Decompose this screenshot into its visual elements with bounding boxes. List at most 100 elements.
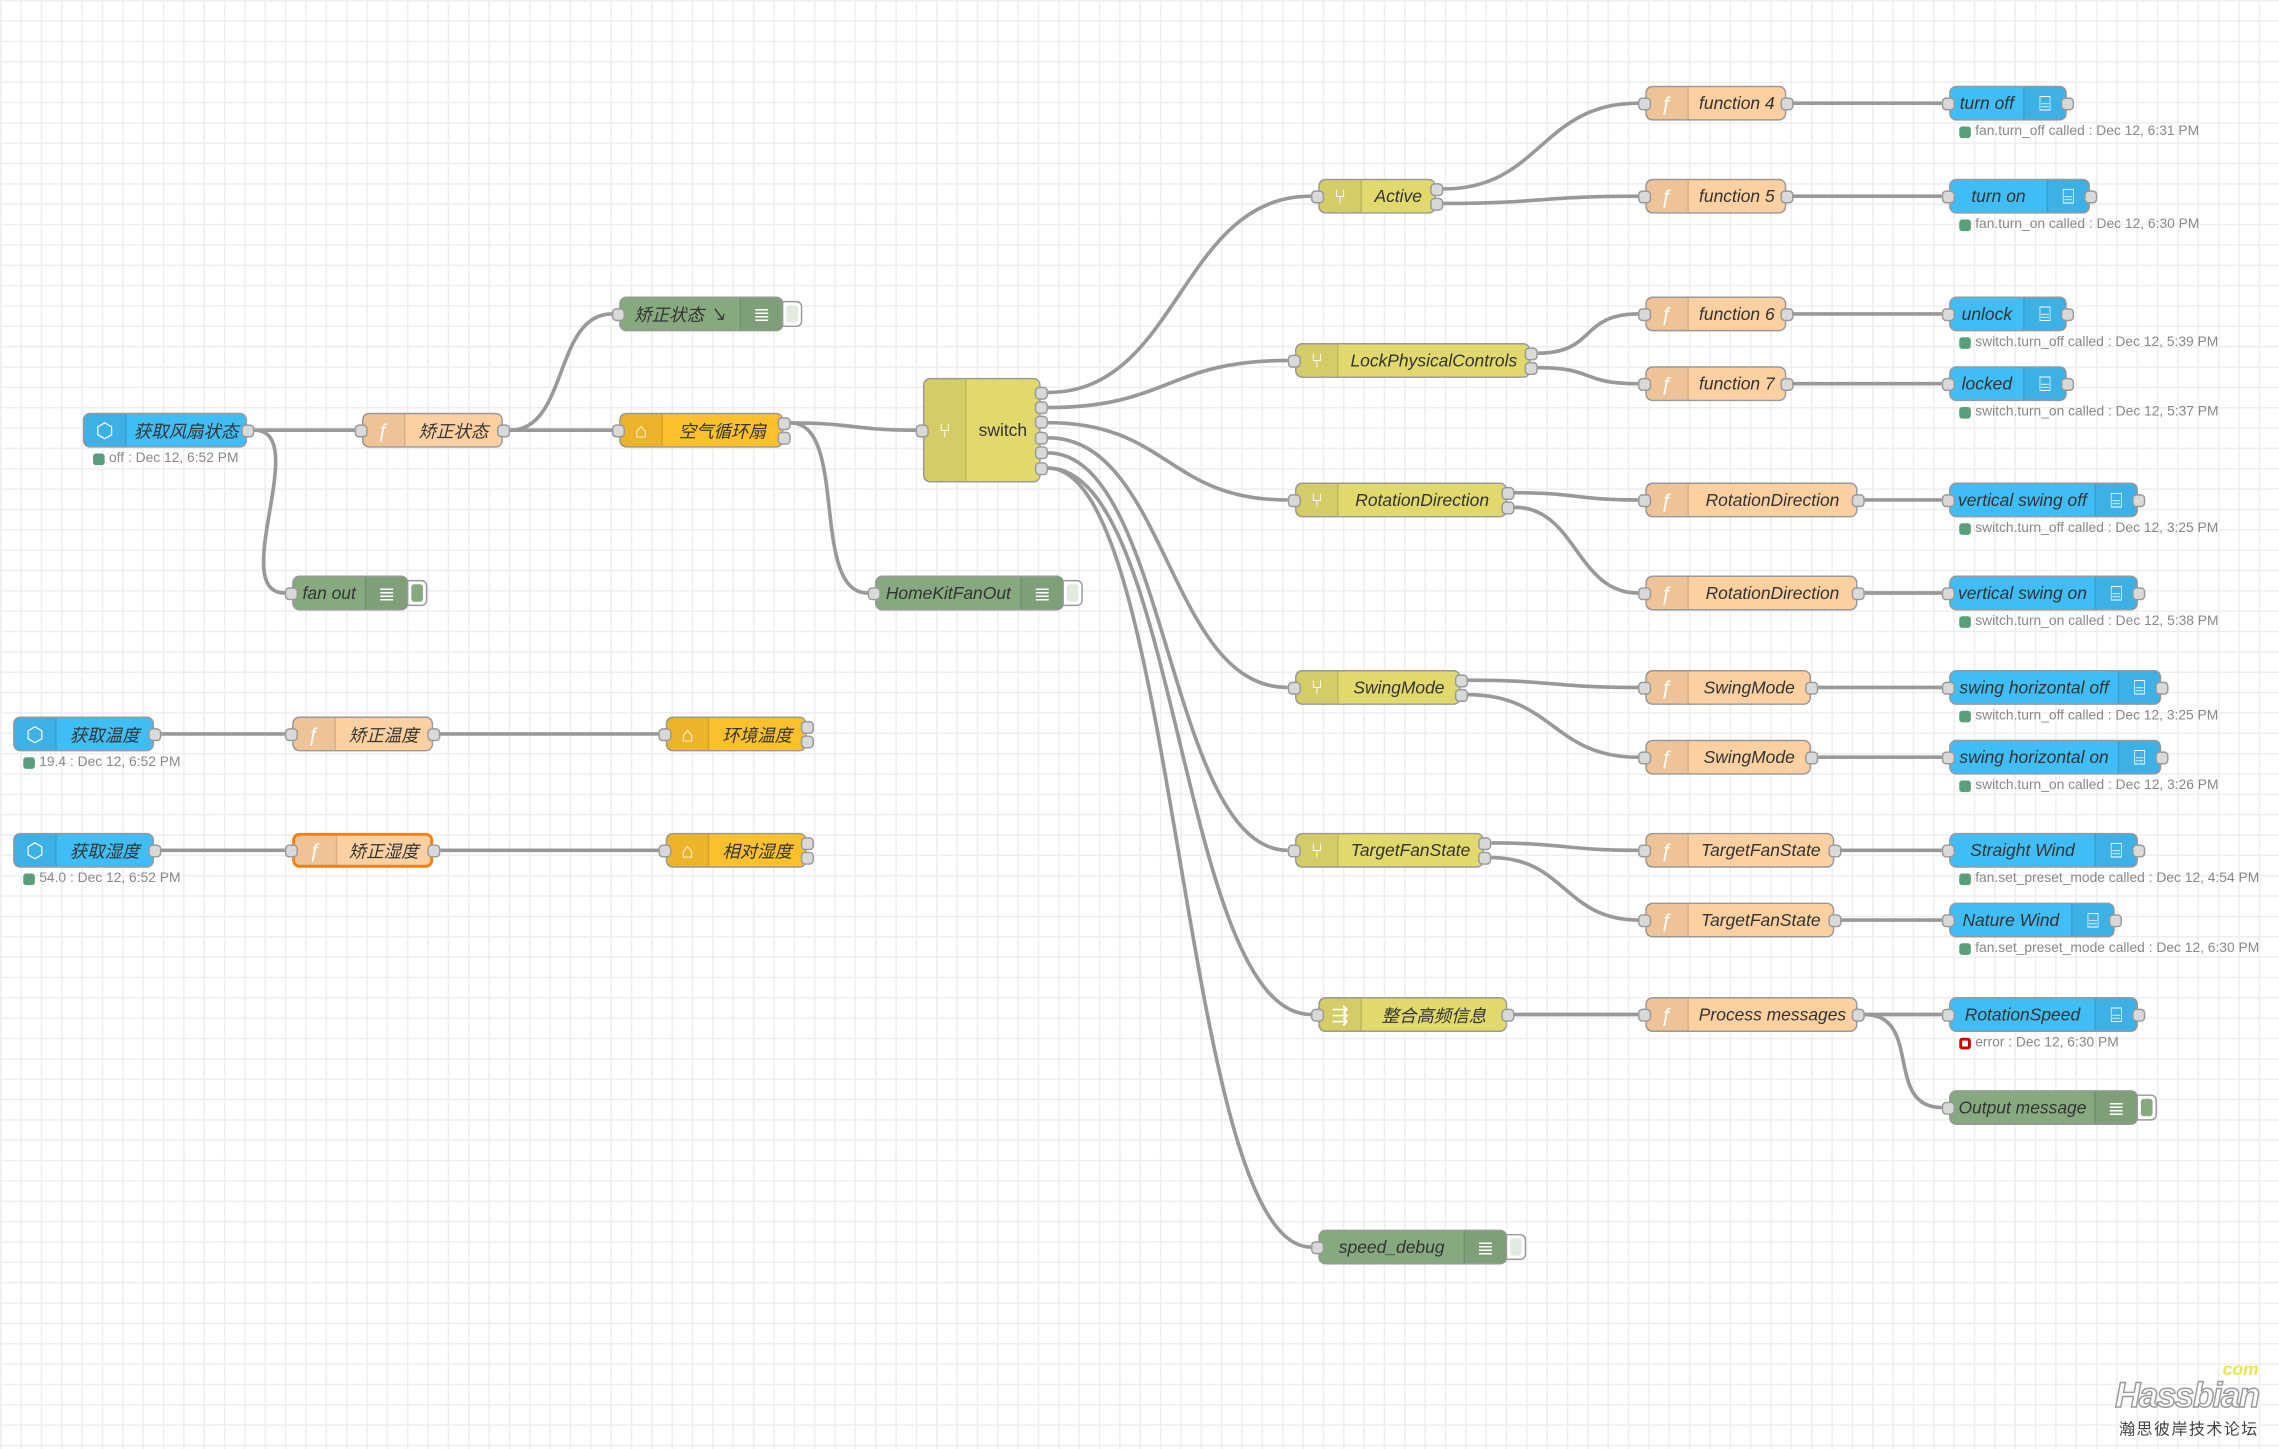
input-port[interactable] <box>1941 1007 1955 1022</box>
input-port[interactable] <box>1311 1007 1325 1022</box>
output-port[interactable] <box>148 843 162 857</box>
input-port[interactable] <box>1941 586 1955 600</box>
input-port[interactable] <box>658 843 672 857</box>
output-port[interactable] <box>800 734 814 748</box>
wire[interactable] <box>1443 101 1639 191</box>
output-port[interactable] <box>1034 431 1048 445</box>
output-port[interactable] <box>1034 385 1048 399</box>
output-port[interactable] <box>2132 586 2146 600</box>
flow-canvas[interactable]: ⬡ 获取风扇状态 off : Dec 12, 6:52 PM ƒ 矫正状态 矫正状态 ↘ ≣… <box>0 0 2279 1449</box>
node-function[interactable]: ƒ RotationDirection <box>1645 575 1858 611</box>
output-port[interactable] <box>1851 586 1865 600</box>
node-homekit[interactable]: ⌂ 环境温度 <box>665 716 807 752</box>
wire[interactable] <box>1537 365 1639 386</box>
output-port[interactable] <box>1478 836 1492 850</box>
node-switch[interactable]: ⑂ TargetFanState <box>1295 832 1484 868</box>
debug-toggle-button[interactable] <box>1505 1233 1527 1261</box>
input-port[interactable] <box>1941 377 1955 391</box>
output-port[interactable] <box>1780 189 1794 203</box>
node-switch[interactable]: ⑂ SwingMode <box>1295 670 1461 705</box>
node-function[interactable]: ƒ TargetFanState <box>1645 902 1835 938</box>
node-debug[interactable]: 矫正状态 ↘ ≣ <box>619 296 784 332</box>
input-port[interactable] <box>611 307 625 321</box>
input-port[interactable] <box>1941 680 1955 695</box>
input-port[interactable] <box>1941 189 1955 203</box>
output-port[interactable] <box>800 836 814 850</box>
node-function[interactable]: ƒ function 5 <box>1645 178 1787 214</box>
output-port[interactable] <box>1501 500 1515 514</box>
node-ha-state[interactable]: ⬡ 获取风扇状态 <box>82 412 248 448</box>
input-port[interactable] <box>1638 1007 1652 1022</box>
node-switch[interactable]: ⑂ RotationDirection <box>1295 482 1508 518</box>
input-port[interactable] <box>1638 189 1652 203</box>
output-port[interactable] <box>1524 346 1538 360</box>
node-ha-service[interactable]: RotationSpeed ⌸ <box>1949 997 2139 1032</box>
output-port[interactable] <box>1034 416 1048 430</box>
debug-toggle-button[interactable] <box>1062 579 1083 607</box>
node-switch[interactable]: ⇶ 整合高频信息 <box>1318 997 1508 1032</box>
output-port[interactable] <box>1034 461 1048 475</box>
input-port[interactable] <box>1287 680 1301 695</box>
input-port[interactable] <box>1941 96 1955 110</box>
input-port[interactable] <box>1311 1240 1325 1254</box>
output-port[interactable] <box>1851 1007 1865 1022</box>
node-debug[interactable]: speed_debug ≣ <box>1318 1229 1508 1265</box>
output-port[interactable] <box>800 850 814 865</box>
node-function[interactable]: ƒ 矫正温度 <box>292 716 434 752</box>
node-switch[interactable]: ⑂ Active <box>1318 178 1436 214</box>
output-port[interactable] <box>777 416 791 430</box>
input-port[interactable] <box>354 423 368 437</box>
node-ha-service[interactable]: turn on ⌸ <box>1949 178 2091 214</box>
output-port[interactable] <box>1478 850 1492 865</box>
output-port[interactable] <box>1828 843 1842 857</box>
node-function[interactable]: ƒ RotationDirection <box>1645 482 1858 518</box>
input-port[interactable] <box>1638 680 1652 695</box>
node-function[interactable]: ƒ TargetFanState <box>1645 832 1835 868</box>
output-port[interactable] <box>2060 307 2075 321</box>
output-port[interactable] <box>1430 182 1444 196</box>
output-port[interactable] <box>2084 189 2098 203</box>
wire[interactable] <box>1443 194 1639 206</box>
output-port[interactable] <box>800 720 814 734</box>
output-port[interactable] <box>1805 750 1819 764</box>
wire[interactable] <box>1864 1012 1942 1110</box>
node-ha-service[interactable]: unlock ⌸ <box>1949 296 2067 332</box>
node-ha-service[interactable]: turn off ⌸ <box>1949 85 2067 121</box>
output-port[interactable] <box>1430 196 1444 211</box>
output-port[interactable] <box>1828 913 1842 927</box>
input-port[interactable] <box>1311 189 1325 203</box>
node-function[interactable]: ƒ SwingMode <box>1645 670 1811 705</box>
input-port[interactable] <box>915 423 929 437</box>
input-port[interactable] <box>1638 493 1652 507</box>
input-port[interactable] <box>284 843 298 857</box>
output-port[interactable] <box>497 423 511 437</box>
output-port[interactable] <box>2132 493 2146 507</box>
output-port[interactable] <box>2132 843 2146 857</box>
input-port[interactable] <box>1638 843 1652 857</box>
node-ha-service[interactable]: vertical swing off ⌸ <box>1949 482 2139 518</box>
node-function[interactable]: ƒ function 4 <box>1645 85 1787 121</box>
input-port[interactable] <box>1638 377 1652 391</box>
wire[interactable] <box>1467 692 1639 760</box>
input-port[interactable] <box>1941 307 1955 321</box>
output-port[interactable] <box>1780 96 1794 110</box>
node-function[interactable]: ƒ function 7 <box>1645 366 1787 402</box>
node-ha-service[interactable]: Straight Wind ⌸ <box>1949 832 2139 868</box>
input-port[interactable] <box>1287 843 1301 857</box>
node-function[interactable]: ƒ SwingMode <box>1645 739 1811 775</box>
output-port[interactable] <box>2108 913 2123 927</box>
output-port[interactable] <box>1780 307 1794 321</box>
output-port[interactable] <box>1454 688 1468 702</box>
input-port[interactable] <box>1638 307 1652 321</box>
input-port[interactable] <box>1638 750 1652 764</box>
input-port[interactable] <box>1941 1100 1955 1115</box>
output-port[interactable] <box>2155 680 2169 695</box>
output-port[interactable] <box>427 843 441 857</box>
node-switch[interactable]: ⑂ LockPhysicalControls <box>1295 343 1531 378</box>
output-port[interactable] <box>2060 377 2075 391</box>
input-port[interactable] <box>658 727 672 741</box>
debug-toggle-button[interactable] <box>2136 1094 2157 1121</box>
input-port[interactable] <box>1941 913 1955 927</box>
output-port[interactable] <box>241 423 255 437</box>
node-ha-state[interactable]: ⬡ 获取湿度 <box>13 832 155 868</box>
